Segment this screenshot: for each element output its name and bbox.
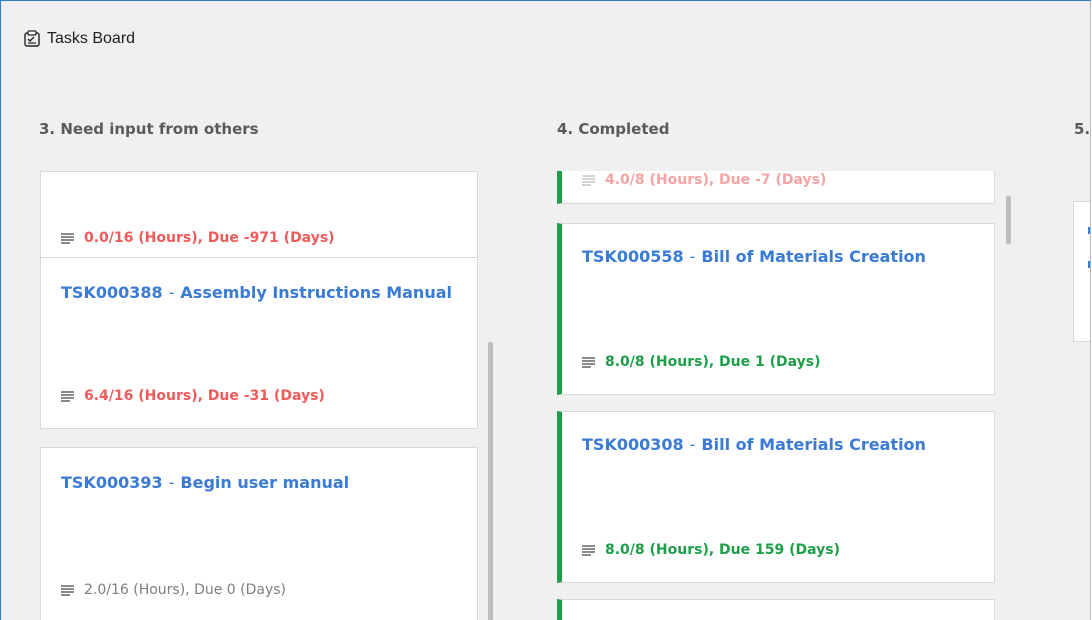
task-name: Begin user manual [180,473,350,492]
task-card-meta: 8.0/8 (Hours), Due 159 (Days) [582,542,840,558]
task-card-meta: 0.0/16 (Hours), Due -971 (Days) [61,230,335,246]
task-card[interactable]: 4.0/8 (Hours), Due -7 (Days) [557,171,995,204]
task-card-title[interactable]: TSK000388- Assembly Instructions Manual [61,280,463,306]
task-card[interactable]: TSK000558- Bill of Materials Creation 8.0… [557,223,995,395]
task-card-title[interactable]: TSK000558- Bill of Materials Creation [582,244,980,270]
task-card-title-fragment [1088,227,1090,234]
task-name: Bill of Materials Creation [701,247,926,266]
task-card[interactable]: 0.0/16 (Hours), Due -971 (Days) [40,171,478,267]
task-id: TSK000388 [61,283,163,302]
column-completed-scrollbar[interactable] [1006,196,1011,244]
task-id: TSK000308 [582,435,684,454]
description-lines-icon [61,584,74,596]
tasks-board-app-icon [24,30,40,47]
description-lines-icon [582,356,595,368]
column-need-input-scrollbar[interactable] [488,342,493,620]
description-lines-icon [582,544,595,556]
column-completed-list[interactable]: 4.0/8 (Hours), Due -7 (Days) TSK000558- B… [557,171,997,620]
task-name: Bill of Materials Creation [701,435,926,454]
task-card[interactable]: TSK000388- Assembly Instructions Manual 6… [40,257,478,429]
description-lines-icon [61,232,74,244]
task-card[interactable] [557,599,995,620]
task-card[interactable]: TSK000393- Begin user manual 2.0/16 (Hour… [40,447,478,620]
description-lines-icon [582,174,595,186]
task-card[interactable]: TSK000308- Bill of Materials Creation 8.0… [557,411,995,583]
column-need-input-list[interactable]: 0.0/16 (Hours), Due -971 (Days) TSK00038… [40,171,480,620]
window-titlebar: Tasks Board [23,27,135,51]
task-name: Assembly Instructions Manual [180,283,452,302]
task-card[interactable] [1073,201,1090,342]
task-card-title-fragment [1088,261,1090,268]
task-card-meta: 8.0/8 (Hours), Due 1 (Days) [582,354,821,370]
column-header-completed: 4. Completed [557,120,670,138]
task-card-meta: 6.4/16 (Hours), Due -31 (Days) [61,388,325,404]
task-id: TSK000393 [61,473,163,492]
task-card-title[interactable]: TSK000393- Begin user manual [61,470,463,496]
column-header-5: 5. [1074,120,1091,138]
task-id: TSK000558 [582,247,684,266]
task-card-title[interactable]: TSK000308- Bill of Materials Creation [582,432,980,458]
task-card-meta: 4.0/8 (Hours), Due -7 (Days) [582,172,826,188]
window-title: Tasks Board [47,30,136,47]
column-header-need-input: 3. Need input from others [39,120,259,138]
description-lines-icon [61,390,74,402]
task-card-meta: 2.0/16 (Hours), Due 0 (Days) [61,582,286,598]
tasks-board-window: Tasks Board 3. Need input from others 4.… [0,0,1091,620]
